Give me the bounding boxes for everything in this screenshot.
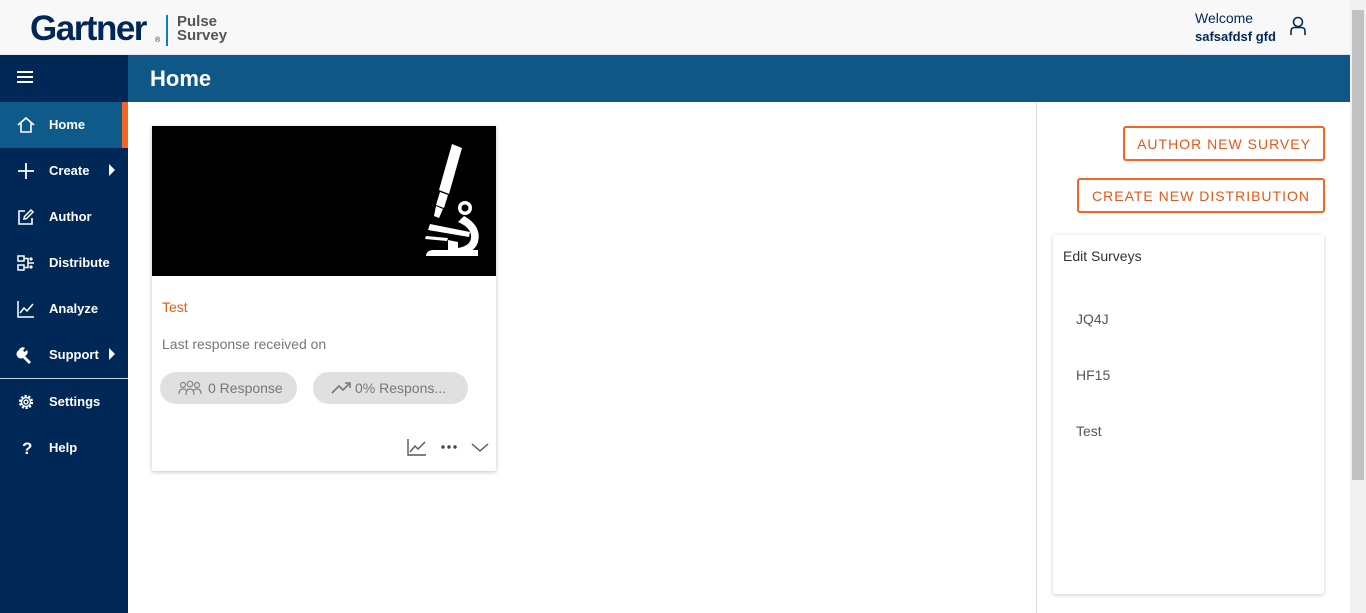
sidebar-item-label: Analyze [49, 301, 99, 316]
sidebar-item-label: Settings [49, 394, 101, 409]
logo-divider [166, 15, 168, 46]
sidebar-item-support[interactable]: Support [0, 332, 128, 378]
home-icon [17, 116, 35, 133]
chevron-right-icon [109, 348, 115, 360]
sidebar-item-label: Home [49, 117, 86, 132]
logo-registered-mark: ® [155, 37, 161, 44]
more-options-icon[interactable] [438, 437, 460, 457]
sidebar-item-help[interactable]: ? Help [0, 425, 128, 471]
trending-up-icon [331, 382, 351, 394]
sidebar-item-distribute[interactable]: Distribute [0, 240, 128, 286]
plus-icon [18, 163, 34, 179]
edit-surveys-title: Edit Surveys [1063, 248, 1142, 264]
responses-count: 0 Response [208, 380, 283, 396]
author-new-survey-button[interactable]: AUTHOR NEW SURVEY [1123, 126, 1325, 161]
edit-surveys-panel: Edit Surveys JQ4J HF15 Test [1053, 235, 1324, 594]
chart-line-icon [17, 301, 34, 318]
product-name-line2: Survey [177, 27, 228, 44]
top-header: Gartner ® Pulse Survey Welcome safsafdsf… [0, 0, 1350, 55]
sidebar-item-label: Author [49, 209, 92, 224]
welcome-text: Welcome [1195, 10, 1254, 26]
gartner-logo[interactable]: Gartner [30, 9, 147, 49]
sidebar-item-label: Create [49, 163, 90, 178]
sidebar-item-author[interactable]: Author [0, 194, 128, 240]
sidebar-item-settings[interactable]: Settings [0, 379, 128, 425]
survey-card-last-response: Last response received on [162, 336, 327, 352]
gear-icon [18, 394, 34, 410]
distribute-icon [17, 255, 34, 271]
sidebar-item-label: Support [49, 347, 99, 362]
question-icon: ? [22, 439, 32, 458]
survey-card-image [152, 126, 496, 276]
sidebar-item-analyze[interactable]: Analyze [0, 286, 128, 332]
survey-card-title[interactable]: Test [162, 299, 188, 315]
panel-divider [1036, 102, 1037, 613]
edit-survey-item[interactable]: HF15 [1076, 367, 1110, 383]
username[interactable]: safsafdsf gfd [1195, 29, 1276, 44]
responses-chip[interactable]: 0 Response [160, 372, 297, 404]
sidebar-item-home[interactable]: Home [0, 102, 128, 148]
response-rate-chip[interactable]: 0% Respons... [313, 372, 468, 404]
sidebar: Home Create Author Distribute Analyze Su… [0, 55, 128, 613]
scrollbar-thumb[interactable] [1352, 10, 1364, 480]
vertical-scrollbar[interactable] [1350, 0, 1366, 613]
menu-icon[interactable] [15, 68, 37, 86]
create-new-distribution-button[interactable]: CREATE NEW DISTRIBUTION [1077, 178, 1325, 213]
sidebar-item-label: Distribute [49, 255, 110, 270]
chevron-down-icon[interactable] [469, 437, 491, 457]
chevron-right-icon [109, 164, 115, 176]
edit-survey-item[interactable]: Test [1076, 423, 1102, 439]
product-name: Pulse Survey [177, 14, 228, 44]
edit-icon [18, 208, 35, 225]
response-rate: 0% Respons... [355, 380, 447, 396]
svg-text:?: ? [22, 439, 32, 458]
users-icon [178, 380, 202, 396]
user-icon[interactable] [1289, 16, 1307, 36]
page-title-bar: Home [128, 55, 1350, 102]
page-title: Home [150, 66, 212, 91]
sidebar-item-create[interactable]: Create [0, 148, 128, 194]
edit-survey-item[interactable]: JQ4J [1076, 311, 1109, 327]
wrench-icon [16, 347, 31, 364]
survey-card[interactable]: Test Last response received on 0 Respons… [152, 126, 496, 471]
microscope-icon [425, 144, 479, 256]
sidebar-item-label: Help [49, 440, 78, 455]
chart-line-icon[interactable] [406, 437, 428, 457]
